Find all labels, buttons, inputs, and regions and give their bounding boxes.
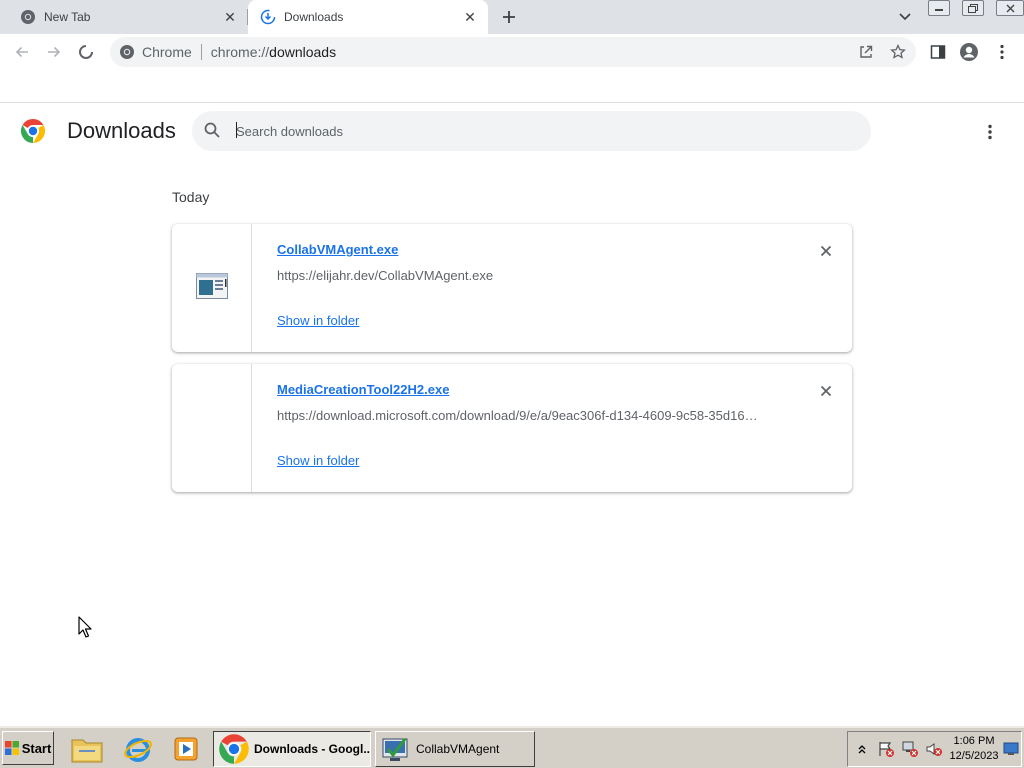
omnibox-divider <box>200 44 202 60</box>
url-host: downloads <box>269 44 337 60</box>
toolbar-divider <box>0 102 1024 103</box>
taskbar: Start Downloads - Googl... CollabVMAgent <box>0 726 1024 768</box>
file-name-link[interactable]: MediaCreationTool22H2.exe <box>277 382 449 397</box>
download-item: MediaCreationTool22H2.exe https://downlo… <box>172 364 852 492</box>
more-actions-icon[interactable] <box>978 120 1002 144</box>
new-tab-button[interactable] <box>497 5 521 29</box>
show-in-folder-link[interactable]: Show in folder <box>277 313 359 328</box>
tab-new-tab[interactable]: New Tab ✕ <box>0 0 248 34</box>
window-controls <box>928 0 1024 18</box>
taskbar-item-collabvmagent[interactable]: CollabVMAgent <box>375 731 535 767</box>
show-in-folder-link[interactable]: Show in folder <box>277 453 359 468</box>
action-center-flag-icon[interactable] <box>876 739 896 759</box>
chrome-logo-icon <box>20 118 46 144</box>
close-icon[interactable] <box>815 240 837 262</box>
windows-flag-icon <box>4 741 19 755</box>
share-icon[interactable] <box>854 40 878 64</box>
stop-loading-button[interactable] <box>72 38 100 66</box>
internet-explorer-icon[interactable] <box>121 732 155 766</box>
side-panel-icon[interactable] <box>924 38 952 66</box>
date-heading: Today <box>172 189 210 205</box>
url-scheme: chrome:// <box>210 44 270 60</box>
download-item: CollabVMAgent.exe https://elijahr.dev/Co… <box>172 224 852 352</box>
chrome-icon <box>218 733 250 765</box>
tab-title: Downloads <box>284 10 344 24</box>
exe-file-icon <box>195 272 228 304</box>
search-box[interactable] <box>192 111 871 151</box>
show-desktop-icon[interactable] <box>1003 741 1019 757</box>
chrome-icon <box>119 44 135 60</box>
search-icon <box>203 121 223 141</box>
chrome-icon <box>20 9 36 25</box>
task-label: Downloads - Googl... <box>254 742 371 756</box>
bookmark-star-icon[interactable] <box>886 40 910 64</box>
collabvm-agent-icon <box>380 733 412 765</box>
file-name-link[interactable]: CollabVMAgent.exe <box>277 242 398 257</box>
clock[interactable]: 1:06 PM 12/5/2023 <box>943 734 1005 764</box>
file-url[interactable]: https://download.microsoft.com/download/… <box>277 408 777 423</box>
address-bar[interactable]: Chrome chrome://downloads <box>110 37 916 67</box>
close-icon[interactable] <box>815 380 837 402</box>
taskbar-item-downloads[interactable]: Downloads - Googl... <box>213 731 371 767</box>
file-icon-column <box>172 364 252 492</box>
tab-title: New Tab <box>44 10 91 24</box>
restore-button[interactable] <box>962 0 984 16</box>
browser-toolbar: Chrome chrome://downloads <box>0 34 1024 70</box>
search-input[interactable] <box>236 123 836 139</box>
volume-muted-icon[interactable] <box>924 739 944 759</box>
tab-downloads[interactable]: Downloads ✕ <box>248 0 488 34</box>
minimize-button[interactable] <box>928 0 950 16</box>
network-icon[interactable] <box>900 739 920 759</box>
file-icon-column <box>172 224 252 352</box>
file-explorer-icon[interactable] <box>70 732 104 766</box>
start-label: Start <box>21 740 52 756</box>
clock-date: 12/5/2023 <box>949 750 999 762</box>
close-window-button[interactable] <box>996 0 1024 16</box>
download-icon <box>260 9 276 25</box>
browser-menu-icon[interactable] <box>988 38 1016 66</box>
text-caret <box>236 122 237 138</box>
tab-strip: New Tab ✕ Downloads ✕ <box>0 0 1024 34</box>
chevron-down-icon[interactable] <box>894 6 916 28</box>
page-title: Downloads <box>67 118 176 143</box>
file-url[interactable]: https://elijahr.dev/CollabVMAgent.exe <box>277 268 777 283</box>
back-button[interactable] <box>8 38 36 66</box>
forward-button[interactable] <box>40 38 68 66</box>
task-label: CollabVMAgent <box>416 742 500 756</box>
site-label: Chrome <box>142 44 192 60</box>
show-hidden-icons-icon[interactable] <box>852 739 872 759</box>
system-tray: 1:06 PM 12/5/2023 <box>847 731 1022 767</box>
start-button[interactable]: Start <box>2 731 54 765</box>
clock-time: 1:06 PM <box>953 735 995 747</box>
mouse-cursor-icon <box>78 616 92 638</box>
close-icon[interactable]: ✕ <box>220 7 240 27</box>
media-player-icon[interactable] <box>169 732 203 766</box>
close-icon[interactable]: ✕ <box>460 7 480 27</box>
profile-avatar-icon[interactable] <box>955 38 983 66</box>
